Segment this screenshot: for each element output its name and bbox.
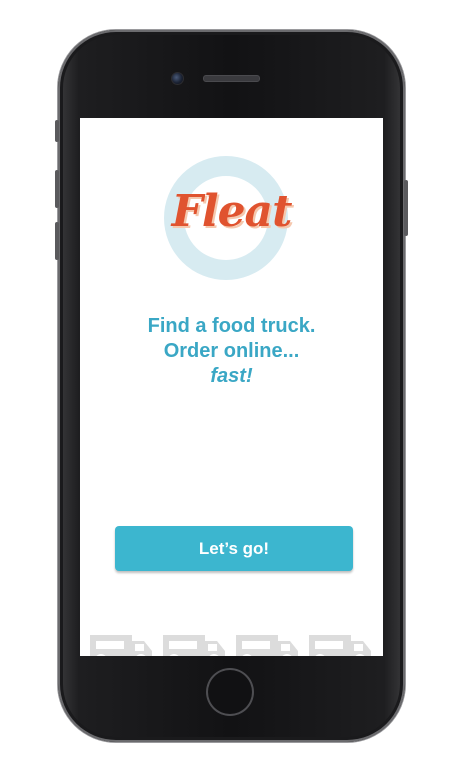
tagline-line-3: fast! bbox=[210, 365, 253, 387]
app-screen: Fleat Find a food truck. Order online...… bbox=[80, 118, 383, 656]
tagline-line-1: Find a food truck. bbox=[147, 315, 316, 337]
food-truck-icon bbox=[236, 635, 298, 656]
home-button[interactable] bbox=[206, 668, 254, 716]
front-camera bbox=[171, 72, 184, 85]
logo-wordmark: Fleat bbox=[171, 186, 293, 237]
logo: Fleat bbox=[80, 118, 383, 318]
food-truck-icon bbox=[163, 635, 225, 656]
volume-up-button bbox=[55, 170, 59, 208]
food-truck-row bbox=[88, 631, 378, 656]
tagline-line-2: Order online... bbox=[163, 340, 300, 362]
tagline: Find a food truck. Order online... fast! bbox=[80, 314, 383, 389]
lets-go-button[interactable]: Let’s go! bbox=[115, 526, 353, 571]
food-truck-icon bbox=[309, 635, 371, 656]
power-button bbox=[404, 180, 408, 236]
device-stage: Fleat Find a food truck. Order online...… bbox=[0, 0, 462, 768]
mute-switch bbox=[55, 120, 59, 142]
food-truck-icon bbox=[90, 635, 152, 656]
earpiece-speaker bbox=[203, 75, 260, 82]
phone-frame: Fleat Find a food truck. Order online...… bbox=[55, 30, 408, 742]
volume-down-button bbox=[55, 222, 59, 260]
